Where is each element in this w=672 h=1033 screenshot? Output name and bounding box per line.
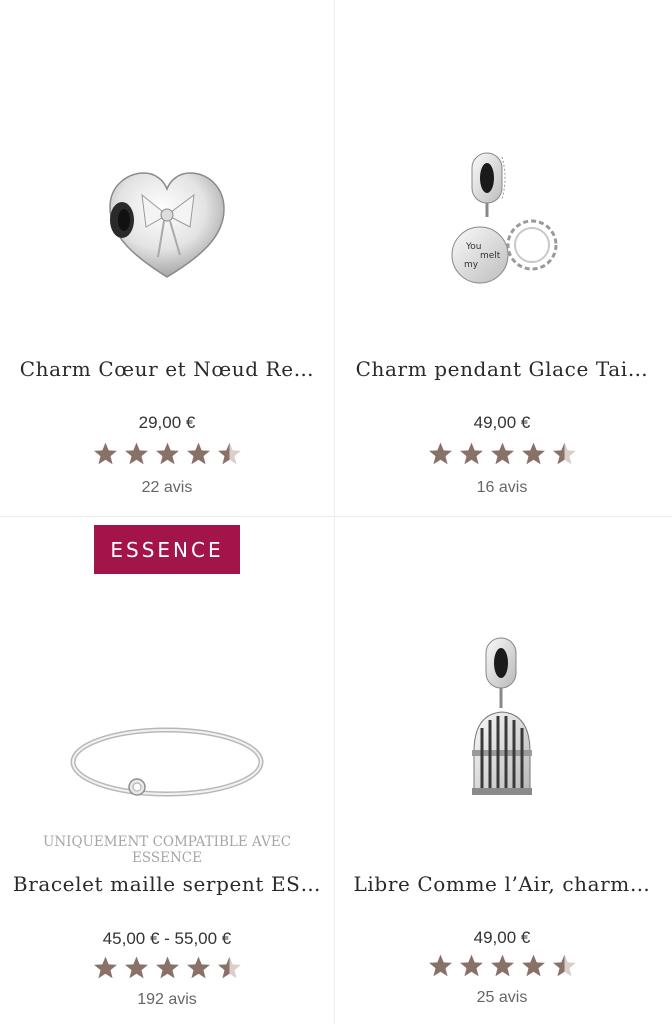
- star-rating: [0, 955, 334, 981]
- star-icon: [428, 954, 452, 977]
- star-icon: [428, 442, 452, 465]
- compatibility-note: UNIQUEMENT COMPATIBLE AVEC ESSENCE: [42, 834, 292, 866]
- star-icon: [490, 954, 514, 977]
- dangle-charm-icon[interactable]: You melt my: [335, 140, 669, 300]
- product-name[interactable]: Libre Comme l’Air, charm…: [335, 872, 669, 896]
- star-rating: [335, 953, 669, 979]
- star-icon: [459, 442, 483, 465]
- product-price: 45,00 € - 55,00 €: [102, 929, 232, 948]
- star-icon: [186, 442, 210, 465]
- product-grid: Charm Cœur et Nœud Re… 29,00 € 22 avis Y…: [0, 0, 672, 1024]
- star-icon: [521, 954, 545, 977]
- product-name[interactable]: Bracelet maille serpent ES…: [0, 872, 334, 896]
- product-name[interactable]: Charm Cœur et Nœud Re…: [0, 357, 334, 381]
- review-count[interactable]: 25 avis: [335, 989, 669, 1007]
- star-icon: [217, 442, 241, 465]
- star-icon: [155, 442, 179, 465]
- product-card[interactable]: You melt my Charm pendant Glace Tai… 49,…: [335, 0, 669, 516]
- essence-badge: ESSENCE: [94, 525, 240, 574]
- product-card[interactable]: Charm Cœur et Nœud Re… 29,00 € 22 avis: [0, 0, 334, 516]
- product-card[interactable]: ESSENCE UNIQUEMENT COMPATIBLE AVEC ESSEN…: [0, 517, 334, 1033]
- star-icon: [459, 954, 483, 977]
- svg-text:melt: melt: [480, 251, 501, 261]
- star-icon: [490, 442, 514, 465]
- product-price: 49,00 €: [473, 413, 531, 432]
- star-rating: [0, 441, 334, 467]
- star-icon: [124, 956, 148, 979]
- star-icon: [186, 956, 210, 979]
- review-count[interactable]: 192 avis: [0, 991, 334, 1009]
- product-price: 29,00 €: [138, 413, 196, 432]
- product-name[interactable]: Charm pendant Glace Tai…: [335, 357, 669, 381]
- product-card[interactable]: Libre Comme l’Air, charm… 49,00 € 25 avi…: [335, 517, 669, 1024]
- star-icon: [155, 956, 179, 979]
- star-icon: [521, 442, 545, 465]
- star-icon: [124, 442, 148, 465]
- birdcage-charm-icon[interactable]: [335, 627, 669, 817]
- bangle-bracelet-icon[interactable]: [0, 707, 334, 817]
- product-price: 49,00 €: [473, 928, 531, 947]
- star-icon: [552, 442, 576, 465]
- star-rating: [335, 441, 669, 467]
- review-count[interactable]: 22 avis: [0, 479, 334, 497]
- star-icon: [217, 956, 241, 979]
- star-icon: [93, 442, 117, 465]
- star-icon: [93, 956, 117, 979]
- star-icon: [552, 954, 576, 977]
- review-count[interactable]: 16 avis: [335, 479, 669, 497]
- svg-text:my: my: [464, 260, 479, 270]
- heart-bow-charm-icon[interactable]: [0, 150, 334, 300]
